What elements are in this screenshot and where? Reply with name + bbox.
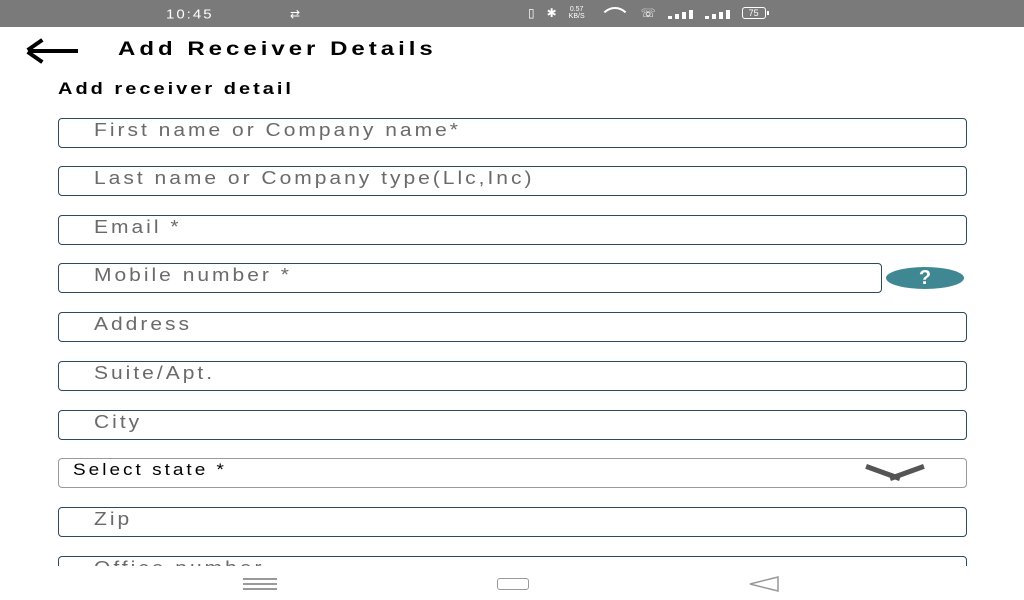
system-nav-bar (0, 566, 1024, 600)
network-speed-unit: KB/S (568, 13, 585, 20)
chevron-down-icon (863, 463, 927, 481)
last-name-input[interactable]: Last name or Company type(Llc,Inc) (58, 166, 967, 196)
app-header: Add Receiver Details (0, 30, 1024, 74)
network-speed-value: 0.57 (569, 6, 584, 13)
home-icon[interactable] (497, 578, 529, 590)
recent-apps-icon[interactable] (243, 578, 277, 590)
state-select-value: Select state * (73, 461, 227, 480)
back-arrow-icon[interactable] (22, 36, 82, 66)
suite-placeholder: Suite/Apt. (94, 363, 216, 384)
nav-back-icon[interactable] (748, 576, 780, 592)
status-time: 10:45 (166, 7, 214, 22)
city-input[interactable]: City (58, 410, 967, 440)
city-placeholder: City (94, 412, 143, 433)
help-button[interactable]: ? (886, 267, 964, 289)
email-placeholder: Email * (94, 217, 182, 238)
status-bar: 10:45 ⇄ ▯ ✱ 0.57 KB/S ☏ 75 (0, 0, 1024, 27)
battery-icon: 75 (741, 7, 769, 19)
page-title: Add Receiver Details (118, 38, 437, 61)
network-speed: 0.57 KB/S (569, 6, 585, 20)
question-icon: ? (918, 267, 932, 289)
zip-input[interactable]: Zip (58, 507, 967, 537)
status-icons: ▯ ✱ 0.57 KB/S ☏ 75 (528, 6, 769, 20)
signal-icon-2 (704, 7, 730, 19)
last-name-placeholder: Last name or Company type(Llc,Inc) (94, 168, 535, 189)
signal-icon (667, 7, 693, 19)
address-placeholder: Address (94, 314, 193, 335)
mobile-input[interactable]: Mobile number * (58, 263, 882, 293)
suite-input[interactable]: Suite/Apt. (58, 361, 967, 391)
email-input[interactable]: Email * (58, 215, 967, 245)
address-input[interactable]: Address (58, 312, 967, 342)
first-name-input[interactable]: First name or Company name* (58, 118, 967, 148)
mobile-placeholder: Mobile number * (94, 265, 292, 286)
first-name-placeholder: First name or Company name* (94, 120, 461, 141)
sync-icon: ⇄ (290, 7, 301, 21)
call-icon: ☏ (640, 6, 656, 20)
section-title: Add receiver detail (58, 80, 294, 99)
zip-placeholder: Zip (94, 509, 133, 530)
wifi-icon (597, 7, 629, 19)
vibrate-icon: ▯ (528, 6, 535, 20)
bluetooth-icon: ✱ (546, 6, 557, 20)
state-select[interactable]: Select state * (58, 458, 967, 488)
